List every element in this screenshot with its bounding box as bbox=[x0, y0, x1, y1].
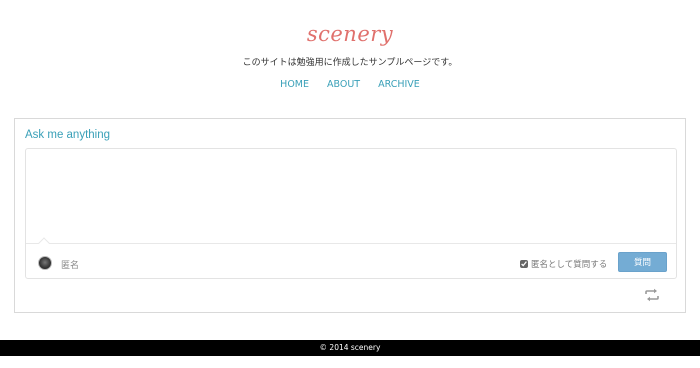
composer-divider bbox=[26, 243, 676, 244]
avatar bbox=[38, 256, 52, 270]
nav-archive[interactable]: ARCHIVE bbox=[378, 79, 420, 90]
anonymous-checkbox[interactable] bbox=[520, 260, 528, 268]
user-label: 匿名 bbox=[61, 261, 80, 271]
copyright-text: © 2014 scenery bbox=[319, 343, 381, 352]
site-tagline: このサイトは勉強用に作成したサンプルページです。 bbox=[242, 58, 458, 68]
shuffle-icon[interactable] bbox=[644, 287, 660, 302]
nav-home[interactable]: HOME bbox=[280, 79, 309, 90]
question-composer: 匿名 匿名として質問する 質問 bbox=[25, 148, 677, 279]
site-header: scenery このサイトは勉強用に作成したサンプルページです。 HOME AB… bbox=[0, 0, 700, 100]
ask-title: Ask me anything bbox=[25, 129, 111, 141]
site-footer: © 2014 scenery bbox=[0, 340, 700, 356]
main-nav: HOME ABOUT ARCHIVE bbox=[0, 79, 700, 90]
site-logo[interactable]: scenery bbox=[0, 22, 700, 46]
anonymous-label[interactable]: 匿名として質問する bbox=[531, 258, 607, 270]
nav-about[interactable]: ABOUT bbox=[327, 79, 360, 90]
submit-question-button[interactable]: 質問 bbox=[618, 252, 667, 272]
question-input[interactable] bbox=[26, 149, 676, 243]
ask-box: Ask me anything 匿名 匿名として質問する 質問 bbox=[14, 118, 686, 313]
